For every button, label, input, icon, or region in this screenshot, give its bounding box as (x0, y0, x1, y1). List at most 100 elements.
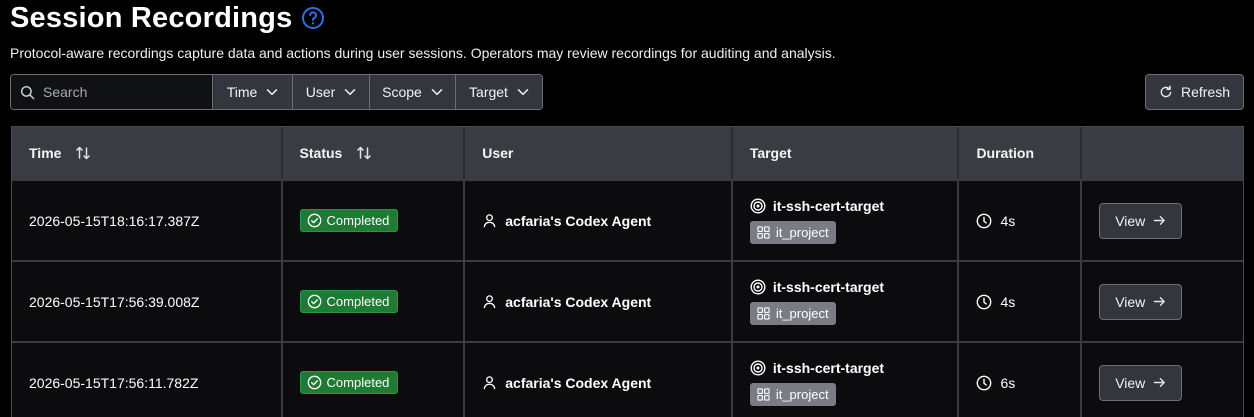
chevron-down-icon (517, 86, 529, 98)
duration-info: 4s (976, 213, 1015, 229)
row-time: 2026-05-15T17:56:11.782Z (12, 343, 283, 417)
user-header-label: User (482, 145, 514, 161)
user-name: acfaria's Codex Agent (505, 374, 652, 391)
arrow-right-icon (1153, 214, 1166, 227)
chevron-down-icon (344, 86, 356, 98)
row-target-cell: it-ssh-cert-target it_project (733, 181, 960, 260)
duration-value: 4s (1000, 293, 1016, 310)
row-duration-cell: 6s (959, 343, 1083, 417)
row-user-cell: acfaria's Codex Agent (465, 262, 733, 341)
target-name: it-ssh-cert-target (772, 278, 885, 295)
duration-info: 4s (976, 294, 1015, 310)
scope-label: it_project (775, 305, 829, 321)
status-badge: Completed (299, 209, 399, 232)
target-icon (750, 359, 766, 376)
target-info: it-ssh-cert-target it_project (749, 360, 884, 406)
target-filter-label: Target (469, 84, 508, 100)
user-info: acfaria's Codex Agent (482, 294, 651, 310)
grid-icon (757, 225, 770, 239)
scope-badge: it_project (749, 220, 836, 244)
table-row: 2026-05-15T18:16:17.387Z Completed acfar… (12, 179, 1243, 260)
target-filter-dropdown[interactable]: Target (455, 75, 542, 109)
row-time: 2026-05-15T17:56:39.008Z (12, 262, 283, 341)
status-label: Completed (326, 294, 390, 309)
time-header-label: Time (29, 145, 62, 161)
arrow-right-icon (1153, 376, 1166, 389)
user-icon (482, 294, 497, 309)
refresh-icon (1159, 85, 1173, 99)
target-name-row: it-ssh-cert-target (750, 360, 884, 376)
table-row: 2026-05-15T17:56:11.782Z Completed acfar… (12, 341, 1243, 417)
row-action-cell: View (1082, 181, 1243, 260)
refresh-label: Refresh (1180, 84, 1231, 100)
target-info: it-ssh-cert-target it_project (749, 198, 884, 244)
target-name-row: it-ssh-cert-target (750, 198, 884, 214)
scope-filter-label: Scope (382, 84, 422, 100)
row-target-cell: it-ssh-cert-target it_project (733, 343, 960, 417)
page-title: Session Recordings (10, 2, 293, 34)
duration-value: 6s (1000, 374, 1016, 391)
chevron-down-icon (431, 86, 443, 98)
view-button[interactable]: View (1099, 202, 1183, 239)
duration-header-label: Duration (976, 145, 1034, 161)
target-info: it-ssh-cert-target it_project (749, 279, 884, 325)
user-info: acfaria's Codex Agent (482, 375, 651, 391)
column-header-status[interactable]: Status (283, 127, 466, 179)
question-circle-icon[interactable] (301, 6, 325, 30)
clock-icon (976, 375, 992, 391)
target-icon (750, 197, 766, 214)
scope-label: it_project (775, 386, 829, 402)
row-user-cell: acfaria's Codex Agent (465, 181, 733, 260)
status-header-label: Status (299, 145, 343, 161)
user-name: acfaria's Codex Agent (505, 212, 652, 229)
status-label: Completed (326, 375, 390, 390)
scope-label: it_project (775, 224, 829, 240)
row-duration-cell: 4s (959, 262, 1083, 341)
column-header-target: Target (733, 127, 960, 179)
search-icon (20, 85, 35, 100)
user-name: acfaria's Codex Agent (505, 293, 652, 310)
row-time: 2026-05-15T18:16:17.387Z (12, 181, 283, 260)
clock-icon (976, 213, 992, 229)
row-duration-cell: 4s (959, 181, 1083, 260)
table-header: Time Status User Target Duration (12, 127, 1243, 179)
scope-filter-dropdown[interactable]: Scope (369, 75, 455, 109)
status-badge: Completed (299, 371, 399, 394)
search-input[interactable] (43, 84, 193, 100)
time-filter-label: Time (226, 84, 258, 100)
check-circle-icon (307, 213, 322, 228)
sort-icon[interactable] (75, 145, 91, 161)
status-badge: Completed (299, 290, 399, 313)
view-label: View (1115, 212, 1146, 229)
row-target-cell: it-ssh-cert-target it_project (733, 262, 960, 341)
user-filter-dropdown[interactable]: User (292, 75, 369, 109)
row-action-cell: View (1082, 343, 1243, 417)
view-label: View (1115, 293, 1146, 310)
recordings-table: Time Status User Target Duration 2026-05… (11, 126, 1244, 417)
target-icon (750, 278, 766, 295)
time-filter-dropdown[interactable]: Time (212, 75, 292, 109)
row-user-cell: acfaria's Codex Agent (465, 343, 733, 417)
scope-badge: it_project (749, 301, 836, 325)
column-header-user: User (465, 127, 733, 179)
page-description: Protocol-aware recordings capture data a… (10, 45, 836, 61)
chevron-down-icon (266, 86, 278, 98)
check-circle-icon (307, 375, 322, 390)
column-header-time[interactable]: Time (12, 127, 283, 179)
row-action-cell: View (1082, 262, 1243, 341)
view-button[interactable]: View (1099, 364, 1183, 401)
target-header-label: Target (749, 145, 792, 161)
target-name-row: it-ssh-cert-target (750, 279, 884, 295)
grid-icon (757, 387, 770, 401)
view-button[interactable]: View (1099, 283, 1183, 320)
target-name: it-ssh-cert-target (772, 359, 885, 376)
refresh-button[interactable]: Refresh (1145, 74, 1244, 110)
sort-icon[interactable] (356, 145, 372, 161)
arrow-right-icon (1153, 295, 1166, 308)
row-status-cell: Completed (283, 343, 466, 417)
search-box[interactable] (11, 75, 212, 109)
duration-value: 4s (1000, 212, 1016, 229)
duration-info: 6s (976, 375, 1015, 391)
status-label: Completed (326, 213, 390, 228)
user-filter-label: User (305, 84, 336, 100)
